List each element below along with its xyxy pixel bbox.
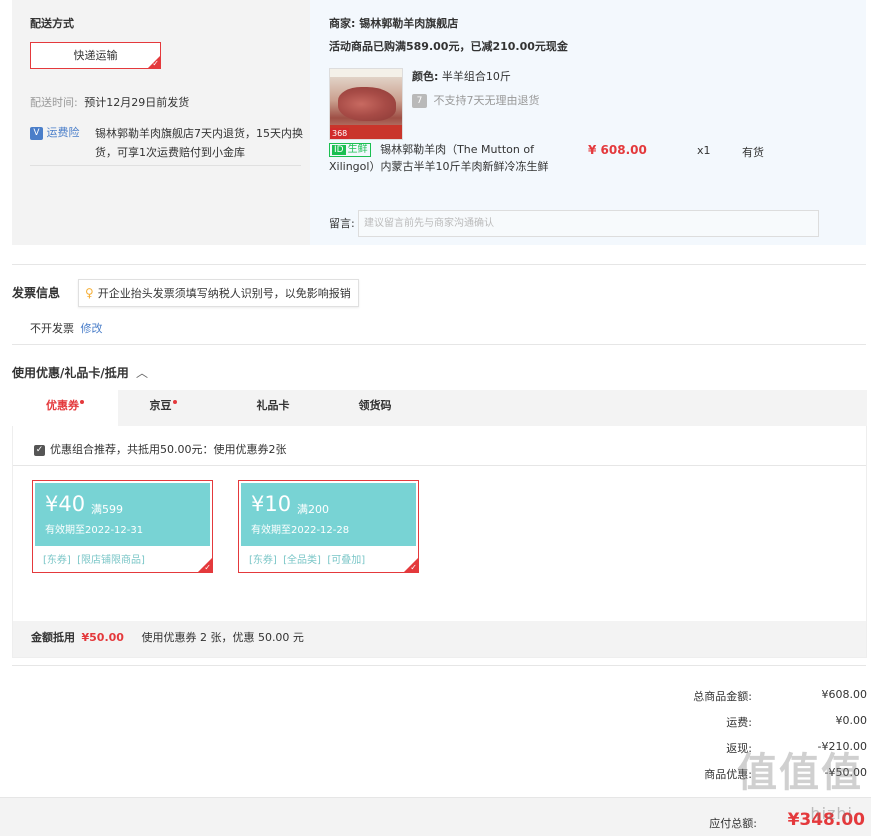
tab-jingdou[interactable]: 京豆 <box>118 390 208 426</box>
promotion-text: 活动商品已购满589.00元，已减210.00元现金 <box>329 40 568 53</box>
tab-jingdou-label: 京豆 <box>149 399 172 412</box>
notification-dot-icon <box>80 400 84 404</box>
tab-gift-card-label: 礼品卡 <box>256 399 290 412</box>
coupon-amount: ¥10 <box>251 492 292 516</box>
color-label: 颜色: <box>412 70 439 83</box>
product-name-line2: Xilingol）内蒙古半羊10斤羊肉新鲜冷冻生鲜 <box>329 160 549 173</box>
invoice-status-text: 不开发票 <box>30 322 74 335</box>
summary-row: 总商品金额: ¥608.00 <box>567 688 868 703</box>
recommend-checkbox-row[interactable]: ✓ 优惠组合推荐，共抵用50.00元：使用优惠券2张 <box>34 441 287 457</box>
checkbox-checked-icon[interactable]: ✓ <box>34 444 45 456</box>
invoice-title: 发票信息 <box>12 286 61 300</box>
tab-coupons[interactable]: 优惠券 <box>12 390 118 426</box>
coupon-card[interactable]: ¥40 满599 有效期至2022-12-31 [东券] [限店铺限商品] ✓ <box>32 480 213 573</box>
divider <box>12 665 866 666</box>
product-image[interactable]: 368 <box>329 68 403 140</box>
delivery-time-label: 配送时间: <box>30 96 78 109</box>
shipping-insurance-link[interactable]: V 运费险 <box>30 124 80 140</box>
divider <box>13 465 866 466</box>
delivery-time: 配送时间: 预计12月29日前发货 <box>30 94 189 110</box>
deduction-summary: 金额抵用 ¥50.00 使用优惠券 2 张，优惠 50.00 元 <box>13 621 866 657</box>
coupon-amount: ¥40 <box>45 492 86 516</box>
tab-redeem-code-label: 领货码 <box>358 399 392 412</box>
insurance-desc-line1: 锡林郭勒羊肉旗舰店7天内退货，15天内换 <box>95 127 303 140</box>
product-name-line1: 锡林郭勒羊肉（The Mutton of <box>380 143 534 156</box>
recommend-text: 优惠组合推荐，共抵用50.00元：使用优惠券2张 <box>50 443 287 456</box>
chevron-up-icon[interactable]: ︿ <box>136 366 148 380</box>
divider <box>30 165 301 166</box>
insurance-label: 运费险 <box>46 126 80 139</box>
invoice-status: 不开发票 修改 <box>30 320 103 336</box>
product-color: 颜色: 半羊组合10斤 <box>412 68 511 84</box>
notification-dot-icon <box>172 400 177 404</box>
watermark-logo: 值值值 <box>737 750 863 796</box>
no-return-icon: 7 <box>412 94 427 108</box>
coupon-card-header: ¥10 满200 有效期至2022-12-28 <box>241 483 416 546</box>
summary-label: 总商品金额: <box>693 690 752 703</box>
payable-label: 应付总额: <box>709 817 757 830</box>
coupon-condition: 满200 <box>297 503 329 516</box>
fresh-badge-text: 生鲜 <box>347 144 368 155</box>
coupon-condition: 满599 <box>91 503 123 516</box>
product-image-banner <box>330 69 402 77</box>
merchant: 商家: 锡林郭勒羊肉旗舰店 <box>329 15 458 31</box>
tab-gift-card[interactable]: 礼品卡 <box>228 390 318 426</box>
check-icon: ✓ <box>410 563 417 572</box>
coupon-tags: [东券] [限店铺限商品] <box>43 555 145 566</box>
insurance-desc-line2: 货，可享1次运费赔付到小金库 <box>95 146 245 159</box>
fresh-icon: ID <box>332 145 346 155</box>
divider <box>12 344 866 345</box>
no-return-notice: 7 不支持7天无理由退货 <box>412 92 540 108</box>
deduct-value: ¥50.00 <box>81 631 124 644</box>
product-name[interactable]: ID 生鲜 锡林郭勒羊肉（The Mutton of Xilingol）内蒙古半羊… <box>329 141 564 175</box>
watermark-text: hizhi <box>810 804 853 823</box>
deduct-label: 金额抵用 <box>31 631 75 644</box>
insurance-description: 锡林郭勒羊肉旗舰店7天内退货，15天内换 货，可享1次运费赔付到小金库 <box>95 124 305 162</box>
color-value: 半羊组合10斤 <box>441 70 511 83</box>
deduct-description: 使用优惠券 2 张，优惠 50.00 元 <box>141 631 304 644</box>
product-quantity: x1 <box>697 144 711 157</box>
invoice-edit-link[interactable]: 修改 <box>81 322 103 335</box>
tab-redeem-code[interactable]: 领货码 <box>330 390 420 426</box>
coupons-title[interactable]: 使用优惠/礼品卡/抵用 ︿ <box>12 364 148 381</box>
coupons-title-text: 使用优惠/礼品卡/抵用 <box>12 366 129 380</box>
delivery-title: 配送方式 <box>30 17 74 30</box>
coupon-card[interactable]: ¥10 满200 有效期至2022-12-28 [东券] [全品类] [可叠加]… <box>238 480 419 573</box>
product-368-tag: 368 <box>330 128 350 139</box>
check-icon: ✓ <box>152 59 159 68</box>
express-delivery-button[interactable]: 快递运输 ✓ <box>30 42 161 69</box>
coupon-card-header: ¥40 满599 有效期至2022-12-31 <box>35 483 210 546</box>
note-label: 留言: <box>329 217 355 230</box>
product-stock: 有货 <box>742 146 764 159</box>
divider <box>12 264 866 265</box>
invoice-tip: ♀ 开企业抬头发票须填写纳税人识别号，以免影响报销 <box>78 279 359 307</box>
fresh-badge: ID 生鲜 <box>329 143 371 157</box>
summary-value: ¥0.00 <box>835 714 868 727</box>
product-image-meat <box>338 87 396 121</box>
coupon-expiry: 有效期至2022-12-28 <box>251 525 350 536</box>
coupon-tags: [东券] [全品类] [可叠加] <box>249 555 366 566</box>
delivery-time-value: 预计12月29日前发货 <box>84 96 190 109</box>
merchant-name: 锡林郭勒羊肉旗舰店 <box>359 17 459 30</box>
coupon-expiry: 有效期至2022-12-31 <box>45 525 144 536</box>
product-price: ¥ 608.00 <box>588 143 647 157</box>
no-return-text: 不支持7天无理由退货 <box>433 94 540 107</box>
summary-value: ¥608.00 <box>821 688 868 701</box>
summary-row: 运费: ¥0.00 <box>567 714 868 729</box>
summary-label: 运费: <box>726 716 752 729</box>
express-delivery-label: 快递运输 <box>73 49 118 62</box>
invoice-tip-text: 开企业抬头发票须填写纳税人识别号，以免影响报销 <box>97 287 351 300</box>
check-icon: ✓ <box>204 563 211 572</box>
note-input[interactable]: 建议留言前先与商家沟通确认 <box>358 210 819 237</box>
merchant-label: 商家: <box>329 17 356 30</box>
delivery-panel <box>12 0 310 245</box>
tab-coupons-label: 优惠券 <box>46 399 79 412</box>
lightbulb-icon: ♀ <box>85 286 94 300</box>
insurance-icon: V <box>30 126 43 140</box>
